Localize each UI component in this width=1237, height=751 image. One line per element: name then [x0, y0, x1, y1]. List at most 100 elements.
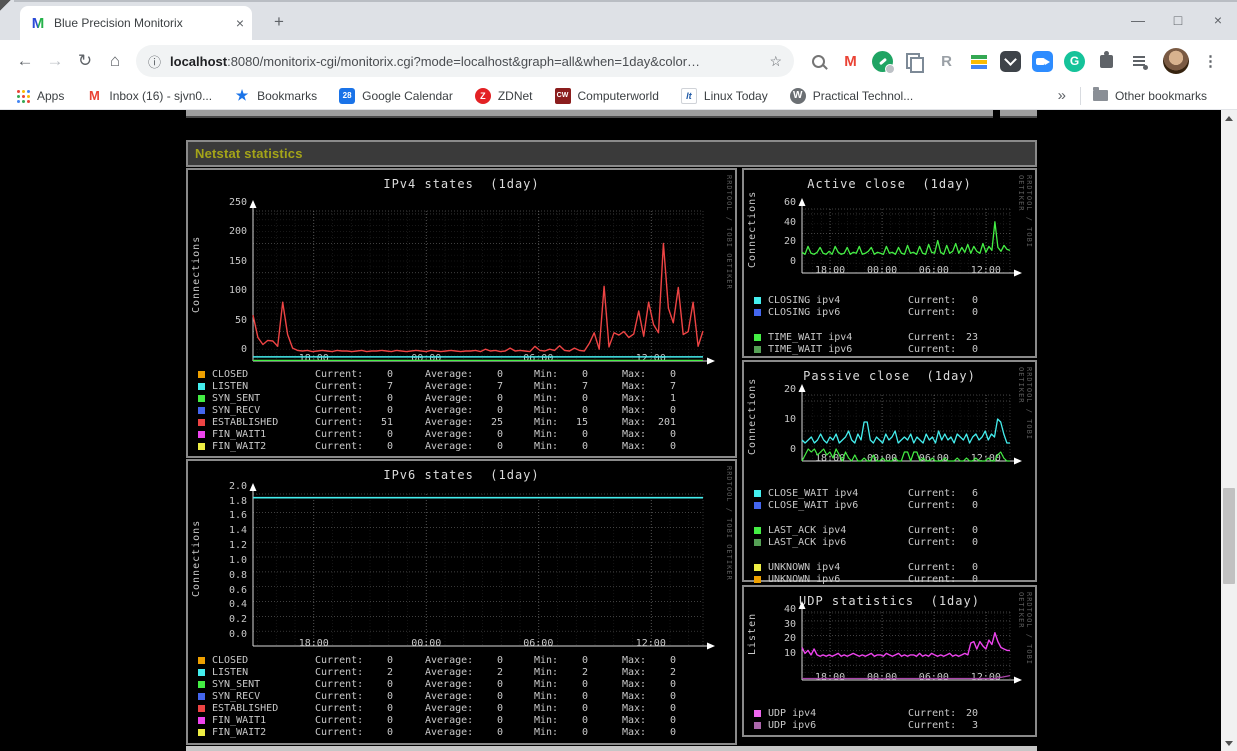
next-section-edge [186, 746, 1037, 751]
chart-legend: UDP ipv4 Current: 20 UDP ipv6 Current: 3 [744, 707, 1035, 731]
legend-stat-label: Current: [315, 690, 364, 702]
legend-stat-value: 0 [669, 428, 676, 440]
bookmark-star-icon[interactable]: ☆ [769, 53, 782, 70]
books-icon[interactable] [968, 51, 989, 72]
legend-row: LAST_ACK ipv4 Current: 0 [744, 524, 1035, 536]
legend-stat-value: 0 [496, 428, 503, 440]
legend-stat-value: 0 [669, 690, 676, 702]
page-info-icon[interactable]: ⓘ [148, 52, 161, 71]
minimize-button[interactable]: — [1129, 12, 1147, 28]
grammarly-icon[interactable]: G [1064, 50, 1085, 72]
x-tick-label: 18:00 [815, 672, 846, 683]
x-tick-label: 06:00 [523, 638, 554, 649]
legend-stat-label: Average: [425, 702, 474, 714]
bookmark-item[interactable]: Z ZDNet [474, 87, 533, 104]
passive-close-graph[interactable]: Passive close (1day) RRDTOOL / TOBI OETIK… [742, 360, 1037, 585]
r-icon[interactable]: R [936, 51, 957, 72]
legend-stat-value: 0 [581, 440, 588, 452]
browser-tab[interactable]: M Blue Precision Monitorix × [20, 6, 252, 40]
legend-series-label: UDP ipv6 [768, 719, 817, 731]
y-tick-label: 60 [783, 196, 796, 208]
legend-stat-label: Min: [534, 702, 559, 714]
avatar[interactable] [1163, 48, 1189, 74]
url-text[interactable]: localhost:8080/monitorix-cgi/monitorix.c… [170, 54, 761, 69]
scrollbar-thumb[interactable] [1223, 488, 1235, 584]
svg-text:M: M [32, 15, 45, 31]
legend-row: SYN_RECV Current: 0 Average: 0 Min: 0 Max: 0 [188, 404, 735, 416]
legend-row: CLOSED Current: 0 Average: 0 Min: 0 Max: 0 [188, 654, 735, 666]
zoom-icon[interactable] [1032, 50, 1053, 72]
ipv4-states-graph[interactable]: IPv4 states (1day) RRDTOOL / TOBI OETIKER… [186, 168, 737, 458]
page-content: Netstat statistics IPv4 states (1day) RRD… [0, 110, 1237, 751]
legend-stat-label: Average: [425, 416, 474, 428]
address-bar[interactable]: ⓘ localhost:8080/monitorix-cgi/monitorix… [136, 45, 794, 77]
legend-stat-label: Average: [425, 404, 474, 416]
udp-statistics-graph[interactable]: UDP statistics (1day) RRDTOOL / TOBI OETI… [742, 585, 1037, 737]
legend-row: LISTEN Current: 7 Average: 7 Min: 7 Max: 7 [188, 380, 735, 392]
y-tick-label: 0 [789, 444, 796, 455]
copy-icon[interactable] [904, 51, 925, 73]
legend-stat-value: 0 [386, 714, 393, 726]
legend-stat-label: Min: [534, 404, 559, 416]
bookmark-item[interactable]: lt Linux Today [680, 87, 768, 104]
legend-stat-value: 7 [386, 380, 393, 392]
legend-stat-value: 2 [386, 666, 393, 678]
bookmark-item[interactable]: Apps [14, 88, 64, 104]
scroll-up-icon[interactable] [1221, 110, 1237, 126]
legend-stat-label: Max: [622, 380, 647, 392]
legend-series-label: LISTEN [212, 380, 249, 392]
legend-swatch [198, 370, 205, 378]
y-tick-label: 10 [783, 648, 796, 660]
y-tick-label: 20 [783, 633, 796, 645]
bookmark-label: Apps [37, 88, 65, 103]
legend-stat-label: Current: [908, 343, 957, 355]
chart-legend: CLOSE_WAIT ipv4 Current: 6 CLOSE_WAIT ipv6 C… [744, 487, 1035, 585]
back-icon[interactable]: ← [10, 46, 40, 76]
legend-swatch [198, 394, 205, 402]
voice-icon[interactable] [872, 50, 895, 74]
legend-series-label: LISTEN [212, 666, 249, 678]
pocket-icon[interactable] [1000, 50, 1021, 72]
new-tab-button[interactable]: + [266, 9, 292, 35]
search-icon[interactable] [808, 51, 829, 72]
bookmark-item[interactable]: CW Computerworld [554, 87, 659, 104]
extensions-puzzle-icon[interactable] [1096, 50, 1117, 72]
reload-icon[interactable]: ↻ [70, 46, 100, 76]
legend-swatch [754, 345, 761, 353]
y-tick-label: 0.0 [228, 629, 247, 640]
legend-swatch [754, 526, 761, 534]
bookmarks-overflow-chevron[interactable]: » [1058, 87, 1066, 104]
legend-series-label: UDP ipv4 [768, 707, 817, 719]
computerworld-icon: CW [554, 87, 571, 104]
page-scrollbar[interactable] [1221, 110, 1237, 751]
other-bookmarks-button[interactable]: Other bookmarks [1092, 87, 1207, 103]
browser-window: M Blue Precision Monitorix × + — □ × ← →… [0, 0, 1237, 751]
playlist-icon[interactable] [1128, 51, 1149, 72]
legend-stat-label: Min: [534, 666, 559, 678]
section-title: Netstat statistics [195, 146, 303, 161]
legend-swatch [754, 563, 761, 571]
bookmark-item[interactable]: 28 Google Calendar [339, 87, 453, 104]
legend-stat-value: 2 [669, 666, 676, 678]
bookmark-item[interactable]: ★ Bookmarks [234, 87, 317, 104]
ipv6-states-graph[interactable]: IPv6 states (1day) RRDTOOL / TOBI OETIKER… [186, 459, 737, 745]
bookmark-item[interactable]: M Inbox (16) - sjvn0... [86, 88, 212, 104]
maximize-button[interactable]: □ [1169, 12, 1187, 28]
legend-stat-value: 0 [386, 678, 393, 690]
y-tick-label: 200 [228, 226, 247, 238]
tab-close-icon[interactable]: × [236, 15, 244, 31]
scroll-down-icon[interactable] [1221, 735, 1237, 751]
rrdtool-watermark: RRDTOOL / TOBI OETIKER [725, 466, 733, 581]
forward-icon[interactable]: → [40, 46, 70, 76]
menu-icon[interactable]: ⋮ [1200, 51, 1221, 72]
bookmark-item[interactable]: W Practical Technol... [789, 87, 913, 104]
close-button[interactable]: × [1209, 12, 1227, 28]
legend-row: CLOSED Current: 0 Average: 0 Min: 0 Max: 0 [188, 368, 735, 380]
home-icon[interactable]: ⌂ [100, 46, 130, 76]
legend-stat-label: Current: [315, 726, 364, 738]
gmail-icon[interactable]: M [840, 51, 861, 72]
active-close-graph[interactable]: Active close (1day) RRDTOOL / TOBI OETIKE… [742, 168, 1037, 358]
bookmarks-bar: Apps M Inbox (16) - sjvn0... ★ Bookmarks 28 Go… [0, 82, 1237, 110]
previous-section-edge [1000, 110, 1037, 118]
legend-stat-label: Min: [534, 416, 559, 428]
